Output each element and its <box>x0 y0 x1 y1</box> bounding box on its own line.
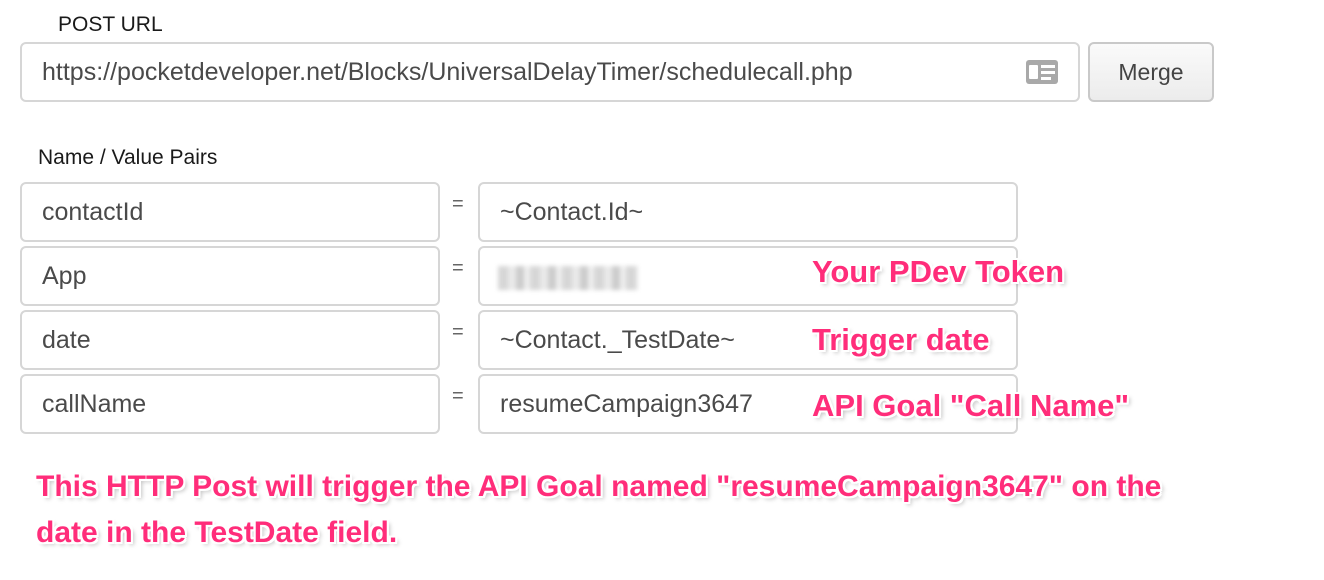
equals-sign: = <box>452 193 464 215</box>
post-url-label: POST URL <box>58 13 163 36</box>
post-url-input[interactable]: https://pocketdeveloper.net/Blocks/Unive… <box>20 42 1080 102</box>
pair-name-value: date <box>42 325 91 354</box>
pair-value-value: ~Contact.Id~ <box>500 197 644 226</box>
pair-name-input[interactable]: date <box>20 310 440 370</box>
pair-value-value: resumeCampaign3647 <box>500 389 753 418</box>
equals-sign: = <box>452 385 464 407</box>
pair-name-value: App <box>42 261 87 290</box>
annotation-trigger-date: Trigger date <box>812 322 990 357</box>
equals-sign: = <box>452 257 464 279</box>
pair-name-value: contactId <box>42 197 144 226</box>
pair-value-value: ~Contact._TestDate~ <box>500 325 735 354</box>
redacted-token <box>498 266 638 290</box>
annotation-api-goal: API Goal "Call Name" <box>812 388 1130 423</box>
annotation-note-line2: date in the TestDate field. <box>36 516 398 549</box>
annotation-note-line1: This HTTP Post will trigger the API Goal… <box>36 470 1162 503</box>
pair-name-input[interactable]: contactId <box>20 182 440 242</box>
equals-sign: = <box>452 321 464 343</box>
pair-name-value: callName <box>42 389 147 418</box>
post-url-value: https://pocketdeveloper.net/Blocks/Unive… <box>42 57 853 86</box>
pair-name-input[interactable]: callName <box>20 374 440 434</box>
merge-button[interactable]: Merge <box>1088 42 1214 102</box>
pair-value-input[interactable]: ~Contact.Id~ <box>478 182 1018 242</box>
annotation-token: Your PDev Token <box>812 254 1065 289</box>
name-value-pairs-label: Name / Value Pairs <box>38 146 218 169</box>
pair-name-input[interactable]: App <box>20 246 440 306</box>
contact-card-icon[interactable] <box>1026 60 1058 84</box>
